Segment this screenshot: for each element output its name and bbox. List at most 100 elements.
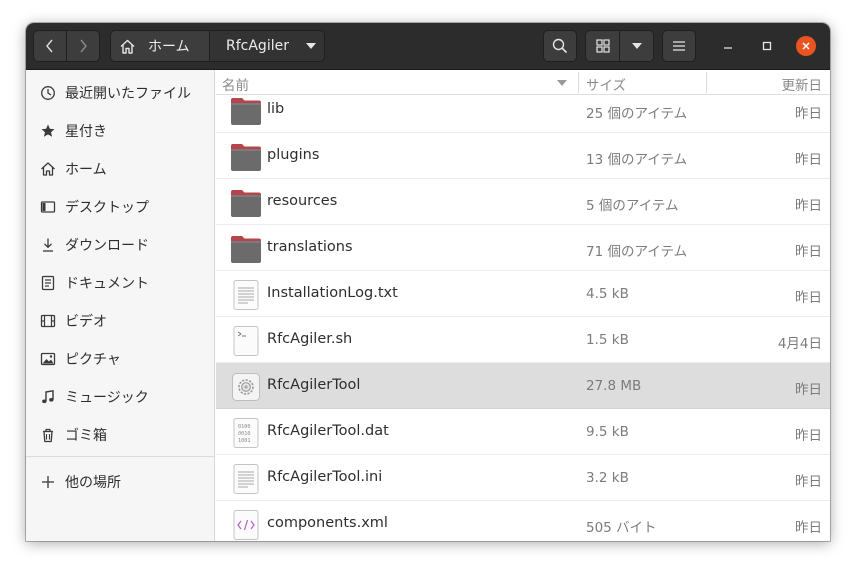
- column-divider[interactable]: [578, 72, 579, 93]
- table-row[interactable]: components.xml 505 バイト 昨日: [216, 501, 830, 541]
- breadcrumb-home[interactable]: ホーム: [110, 30, 210, 62]
- music-icon: [39, 389, 56, 406]
- file-name: RfcAgilerTool.dat: [267, 423, 389, 439]
- sidebar: 最近開いたファイル 星付き ホーム デスクトップ ダウンロード ドキュメント ビ…: [26, 70, 215, 541]
- sidebar-item-documents[interactable]: ドキュメント: [26, 265, 214, 301]
- sidebar-item-trash[interactable]: ゴミ箱: [26, 417, 214, 453]
- breadcrumb-current-label: RfcAgiler: [226, 38, 289, 54]
- sidebar-item-label: ダウンロード: [65, 238, 149, 254]
- sidebar-item-label: デスクトップ: [65, 200, 149, 216]
- table-row[interactable]: RfcAgilerTool.ini 3.2 kB 昨日: [216, 455, 830, 501]
- main-menu-button[interactable]: [662, 30, 696, 62]
- forward-button[interactable]: [66, 30, 100, 62]
- search-icon: [552, 38, 568, 54]
- file-size: 3.2 kB: [586, 470, 629, 486]
- folder-icon: [231, 236, 261, 263]
- sidebar-item-label: 最近開いたファイル: [65, 86, 191, 102]
- clock-icon: [39, 85, 56, 102]
- sidebar-item-label: ピクチャ: [65, 352, 121, 368]
- trash-icon: [39, 427, 56, 444]
- plus-icon: [39, 474, 56, 491]
- file-name: RfcAgilerTool: [267, 377, 361, 393]
- file-manager-window: ホーム RfcAgiler 最近開いたファイル 星付き ホーム デスクトップ ダ…: [26, 23, 830, 541]
- chevron-left-icon: [46, 39, 53, 53]
- sidebar-item-pictures[interactable]: ピクチャ: [26, 341, 214, 377]
- table-row[interactable]: RfcAgiler.sh 1.5 kB 4月4日: [216, 317, 830, 363]
- file-modified: 昨日: [795, 198, 822, 214]
- sidebar-item-downloads[interactable]: ダウンロード: [26, 227, 214, 263]
- file-name: RfcAgiler.sh: [267, 331, 353, 347]
- table-row[interactable]: translations 71 個のアイテム 昨日: [216, 225, 830, 271]
- column-divider[interactable]: [706, 72, 707, 93]
- svg-text:0010: 0010: [238, 431, 251, 437]
- close-button[interactable]: [796, 36, 816, 56]
- sidebar-item-videos[interactable]: ビデオ: [26, 303, 214, 339]
- file-name: components.xml: [267, 515, 388, 531]
- table-row[interactable]: plugins 13 個のアイテム 昨日: [216, 133, 830, 179]
- sidebar-item-home[interactable]: ホーム: [26, 151, 214, 187]
- table-row[interactable]: RfcAgilerTool 27.8 MB 昨日: [216, 363, 830, 409]
- file-list: 名前 サイズ 更新日 lib 25 個のアイテム 昨日 plugins 13 個…: [216, 70, 830, 541]
- breadcrumb-home-label: ホーム: [148, 39, 190, 55]
- sidebar-item-recent[interactable]: 最近開いたファイル: [26, 75, 214, 111]
- file-modified: 4月4日: [777, 336, 822, 352]
- view-toggle-button[interactable]: [585, 30, 620, 62]
- minimize-button[interactable]: [718, 36, 738, 56]
- grid-view-icon: [595, 39, 610, 53]
- sidebar-item-label: ゴミ箱: [65, 428, 107, 444]
- view-options-dropdown[interactable]: [619, 30, 654, 62]
- column-header: 名前 サイズ 更新日: [216, 70, 830, 95]
- star-icon: [39, 123, 56, 140]
- home-icon: [120, 39, 135, 54]
- table-row[interactable]: InstallationLog.txt 4.5 kB 昨日: [216, 271, 830, 317]
- dropdown-arrow-icon: [305, 43, 316, 49]
- file-modified: 昨日: [795, 520, 822, 536]
- hamburger-menu-icon: [673, 41, 685, 51]
- picture-icon: [39, 351, 56, 368]
- file-size: 5 個のアイテム: [586, 198, 679, 214]
- column-header-modified[interactable]: 更新日: [782, 74, 823, 94]
- table-row[interactable]: resources 5 個のアイテム 昨日: [216, 179, 830, 225]
- svg-text:1001: 1001: [238, 438, 251, 444]
- folder-icon: [231, 98, 261, 125]
- script-file-icon: [230, 326, 262, 356]
- svg-text:0100: 0100: [238, 424, 251, 430]
- sidebar-item-other-locations[interactable]: 他の場所: [26, 464, 214, 500]
- file-modified: 昨日: [795, 244, 822, 260]
- back-button[interactable]: [33, 30, 67, 62]
- sidebar-item-label: 星付き: [65, 124, 107, 140]
- sidebar-item-desktop[interactable]: デスクトップ: [26, 189, 214, 225]
- file-modified: 昨日: [795, 428, 822, 444]
- file-size: 505 バイト: [586, 520, 657, 536]
- file-modified: 昨日: [795, 152, 822, 168]
- sidebar-item-label: 他の場所: [65, 475, 121, 491]
- column-header-size[interactable]: サイズ: [586, 74, 626, 94]
- file-modified: 昨日: [795, 474, 822, 490]
- sidebar-divider: [26, 456, 214, 457]
- text-file-icon: [230, 464, 262, 494]
- sidebar-item-starred[interactable]: 星付き: [26, 113, 214, 149]
- video-icon: [39, 313, 56, 330]
- file-name: resources: [267, 193, 338, 209]
- maximize-button[interactable]: [757, 36, 777, 56]
- header-bar: ホーム RfcAgiler: [26, 23, 830, 70]
- file-name: lib: [267, 101, 285, 117]
- file-modified: 昨日: [795, 290, 822, 306]
- search-button[interactable]: [543, 30, 577, 62]
- document-icon: [39, 275, 56, 292]
- sort-down-icon: [557, 80, 567, 86]
- file-name: plugins: [267, 147, 320, 163]
- breadcrumb-current[interactable]: RfcAgiler: [209, 30, 325, 62]
- folder-icon: [231, 144, 261, 171]
- file-size: 1.5 kB: [586, 332, 629, 348]
- dropdown-arrow-icon: [631, 43, 642, 49]
- sidebar-item-label: ビデオ: [65, 314, 107, 330]
- file-modified: 昨日: [795, 106, 822, 122]
- sidebar-item-label: ホーム: [65, 162, 107, 178]
- column-header-name[interactable]: 名前: [222, 74, 249, 94]
- sidebar-item-music[interactable]: ミュージック: [26, 379, 214, 415]
- file-name: translations: [267, 239, 353, 255]
- sidebar-item-label: ミュージック: [65, 390, 149, 406]
- minimize-icon: [724, 47, 732, 49]
- table-row[interactable]: 0100 0010 1001 RfcAgilerTool.dat 9.5 kB …: [216, 409, 830, 455]
